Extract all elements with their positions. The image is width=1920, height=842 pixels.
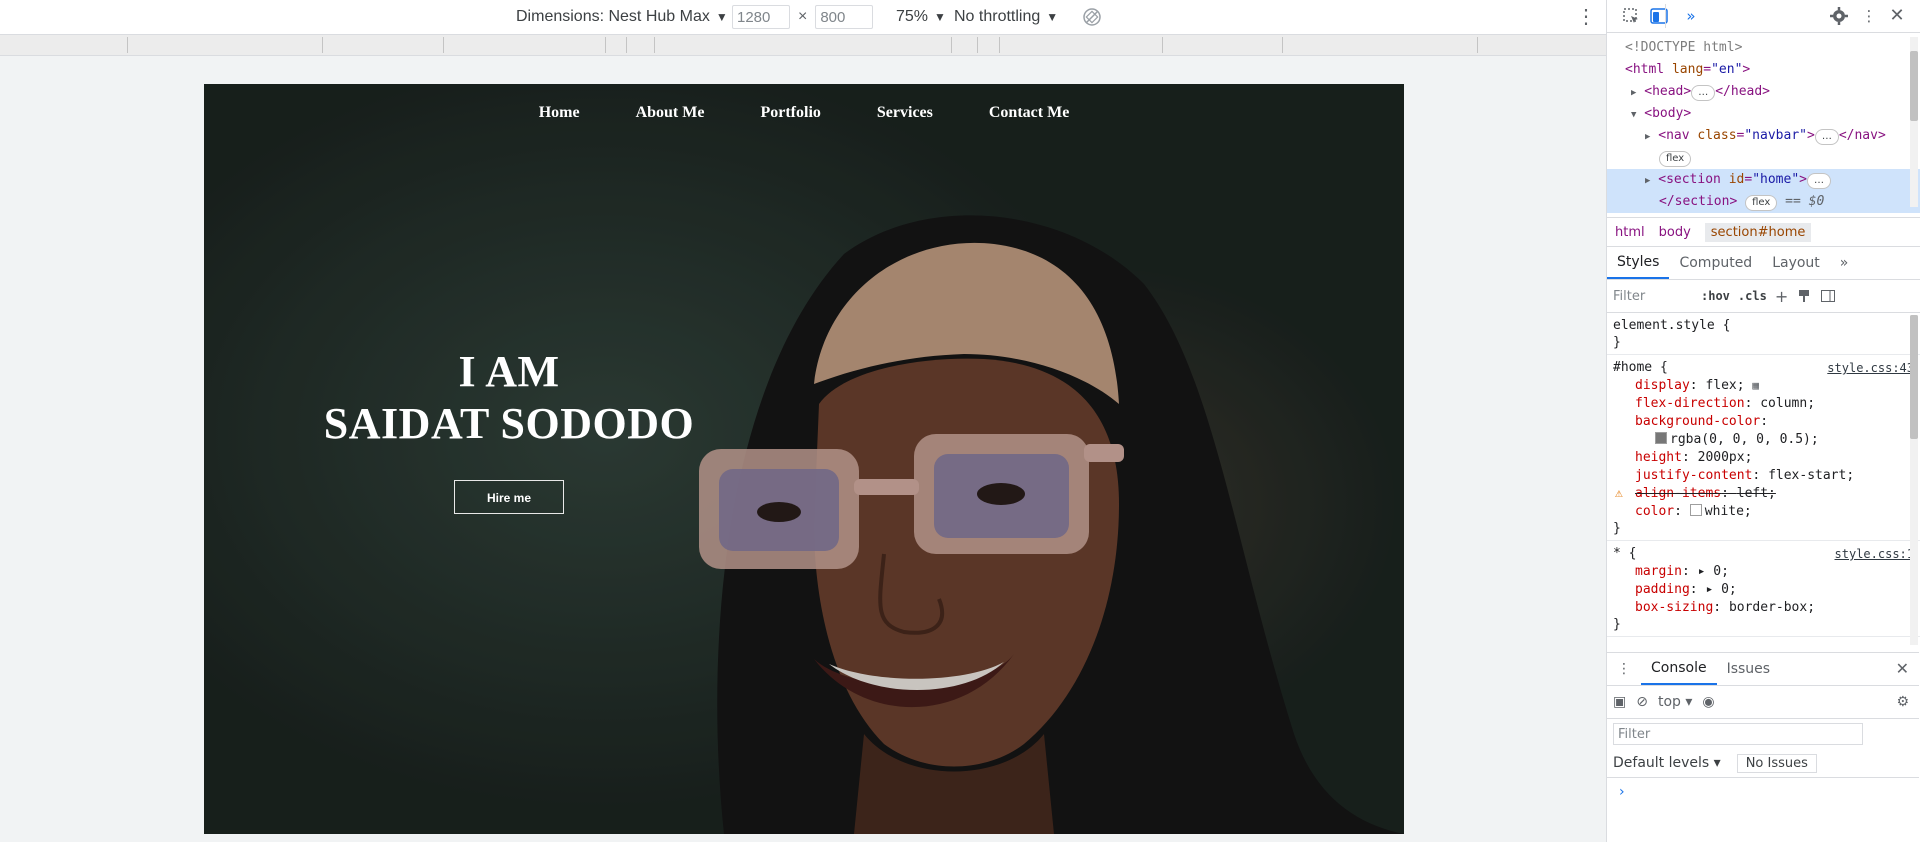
breadcrumb-section-home[interactable]: section#home <box>1704 222 1812 242</box>
elements-tree: <!DOCTYPE html> <html lang="en"> ▶ <head… <box>1607 33 1920 218</box>
log-levels-dropdown[interactable]: Default levels ▾ <box>1613 755 1721 771</box>
devtools-topbar: » ⋮ ✕ <box>1607 0 1920 33</box>
tree-nav-badge: flex <box>1607 147 1920 169</box>
nav-portfolio[interactable]: Portfolio <box>760 102 820 124</box>
rotate-icon <box>1083 8 1101 26</box>
tree-scrollbar[interactable] <box>1910 37 1918 207</box>
eye-icon[interactable]: ◉ <box>1702 694 1714 710</box>
kebab-icon[interactable]: ⋮ <box>1859 6 1879 26</box>
tree-nav[interactable]: ▶ <nav class="navbar">… </nav> <box>1607 125 1920 147</box>
settings-icon[interactable] <box>1829 6 1849 26</box>
hero: I AM SAIDAT SODODO Hire me <box>204 346 814 514</box>
nav-contact-me[interactable]: Contact Me <box>989 102 1069 124</box>
media-query-ruler[interactable] <box>0 35 1606 56</box>
tree-body[interactable]: ▼ <body> <box>1607 103 1920 125</box>
tree-html[interactable]: <html lang="en"> <box>1607 59 1920 81</box>
rule-element-style[interactable]: element.style { } <box>1607 313 1920 355</box>
width-input[interactable]: 1280 <box>732 5 790 29</box>
tree-head[interactable]: ▶ <head>… </head> <box>1607 81 1920 103</box>
nav-about-me[interactable]: About Me <box>636 102 705 124</box>
source-link-star[interactable]: style.css:1 <box>1835 545 1914 563</box>
styles-pane: element.style { } #home {style.css:43 di… <box>1607 313 1920 648</box>
source-link-home[interactable]: style.css:43 <box>1827 359 1914 377</box>
chevron-down-icon: ▼ <box>934 10 946 24</box>
zoom-dropdown[interactable]: 75% ▼ <box>896 0 946 34</box>
issues-counter[interactable]: No Issues <box>1736 753 1817 773</box>
navbar: Home About Me Portfolio Services Contact… <box>204 102 1404 124</box>
nav-services[interactable]: Services <box>877 102 933 124</box>
breadcrumb: html body section#home <box>1607 218 1920 247</box>
color-swatch[interactable] <box>1655 432 1667 444</box>
console-prompt[interactable]: › <box>1607 778 1919 806</box>
sidebar-toggle-icon[interactable] <box>1820 288 1836 304</box>
selector-home: #home { <box>1613 360 1668 375</box>
tab-styles[interactable]: Styles <box>1607 247 1670 279</box>
hero-heading-line-1: I AM <box>458 347 560 396</box>
tab-layout[interactable]: Layout <box>1762 247 1830 279</box>
tab-console[interactable]: Console <box>1641 653 1717 685</box>
sidebar-toggle-icon[interactable]: ▣ <box>1613 694 1626 710</box>
hero-heading-line-2: SAIDAT SODODO <box>323 399 695 448</box>
dimensions-label: Dimensions: Nest Hub Max <box>516 8 710 25</box>
breadcrumb-html[interactable]: html <box>1615 225 1645 240</box>
close-drawer-icon[interactable]: ✕ <box>1896 659 1909 678</box>
warning-icon: ⚠ <box>1615 486 1623 501</box>
tab-computed[interactable]: Computed <box>1669 247 1762 279</box>
device-toolbar: Dimensions: Nest Hub Max ▼ 1280 × 800 75… <box>0 0 1606 35</box>
rule-star[interactable]: * {style.css:1 margin: ▸ 0; padding: ▸ 0… <box>1607 541 1920 637</box>
breadcrumb-body[interactable]: body <box>1659 225 1691 240</box>
rotate-button[interactable] <box>1082 0 1102 34</box>
styles-filter-input[interactable]: Filter <box>1613 289 1693 304</box>
chevron-down-icon: ▼ <box>715 10 728 24</box>
drawer-menu-icon[interactable]: ⋮ <box>1607 653 1641 685</box>
zoom-label: 75% <box>896 8 929 25</box>
tree-section-home[interactable]: ▶ <section id="home">… <box>1607 169 1920 191</box>
console-drawer: ⋮ Console Issues ✕ ▣ ⊘ top ▾ ◉ ⚙ Filter … <box>1607 652 1919 806</box>
clear-console-icon[interactable]: ⊘ <box>1636 694 1648 710</box>
height-input[interactable]: 800 <box>815 5 874 29</box>
tree-doctype[interactable]: <!DOCTYPE html> <box>1607 37 1920 59</box>
times-sign: × <box>798 8 808 25</box>
color-swatch[interactable] <box>1689 504 1702 516</box>
more-vert-icon[interactable]: ⋮ <box>1576 7 1596 27</box>
more-tabs-icon[interactable]: » <box>1681 6 1701 26</box>
styles-tabs: Styles Computed Layout » <box>1607 247 1920 280</box>
hire-me-button[interactable]: Hire me <box>454 480 564 514</box>
tab-issues[interactable]: Issues <box>1717 653 1781 685</box>
console-filter-input[interactable]: Filter <box>1613 723 1863 745</box>
throttling-dropdown[interactable]: No throttling ▼ <box>954 0 1058 34</box>
device-dropdown[interactable]: Dimensions: Nest Hub Max ▼ <box>516 0 728 34</box>
console-settings-icon[interactable]: ⚙ <box>1896 694 1909 710</box>
throttling-label: No throttling <box>954 8 1041 25</box>
emulated-page: Home About Me Portfolio Services Contact… <box>204 84 1404 834</box>
tree-section-close[interactable]: </section> flex == $0 <box>1607 191 1920 213</box>
chevron-down-icon: ▼ <box>1046 10 1059 24</box>
device-toggle-icon[interactable] <box>1649 6 1669 26</box>
cls-toggle[interactable]: .cls <box>1738 289 1767 303</box>
styles-filter-row: Filter :hov .cls + <box>1607 280 1920 313</box>
add-rule-icon[interactable]: + <box>1775 287 1788 306</box>
paint-brush-icon[interactable] <box>1796 288 1812 304</box>
devtools-panel: » ⋮ ✕ <!DOCTYPE html> <html lang="en"> ▶… <box>1606 0 1920 842</box>
rule-home[interactable]: #home {style.css:43 display: flex; ▦ fle… <box>1607 355 1920 541</box>
selector-star: * { <box>1613 546 1637 561</box>
close-icon[interactable]: ✕ <box>1887 6 1907 26</box>
more-tabs-icon[interactable]: » <box>1830 247 1859 279</box>
inspect-icon[interactable] <box>1621 6 1641 26</box>
hov-toggle[interactable]: :hov <box>1701 289 1730 303</box>
nav-home[interactable]: Home <box>539 102 580 124</box>
context-selector[interactable]: top ▾ <box>1658 694 1692 710</box>
styles-scrollbar[interactable] <box>1910 315 1918 645</box>
flex-editor-icon[interactable]: ▦ <box>1752 379 1759 392</box>
